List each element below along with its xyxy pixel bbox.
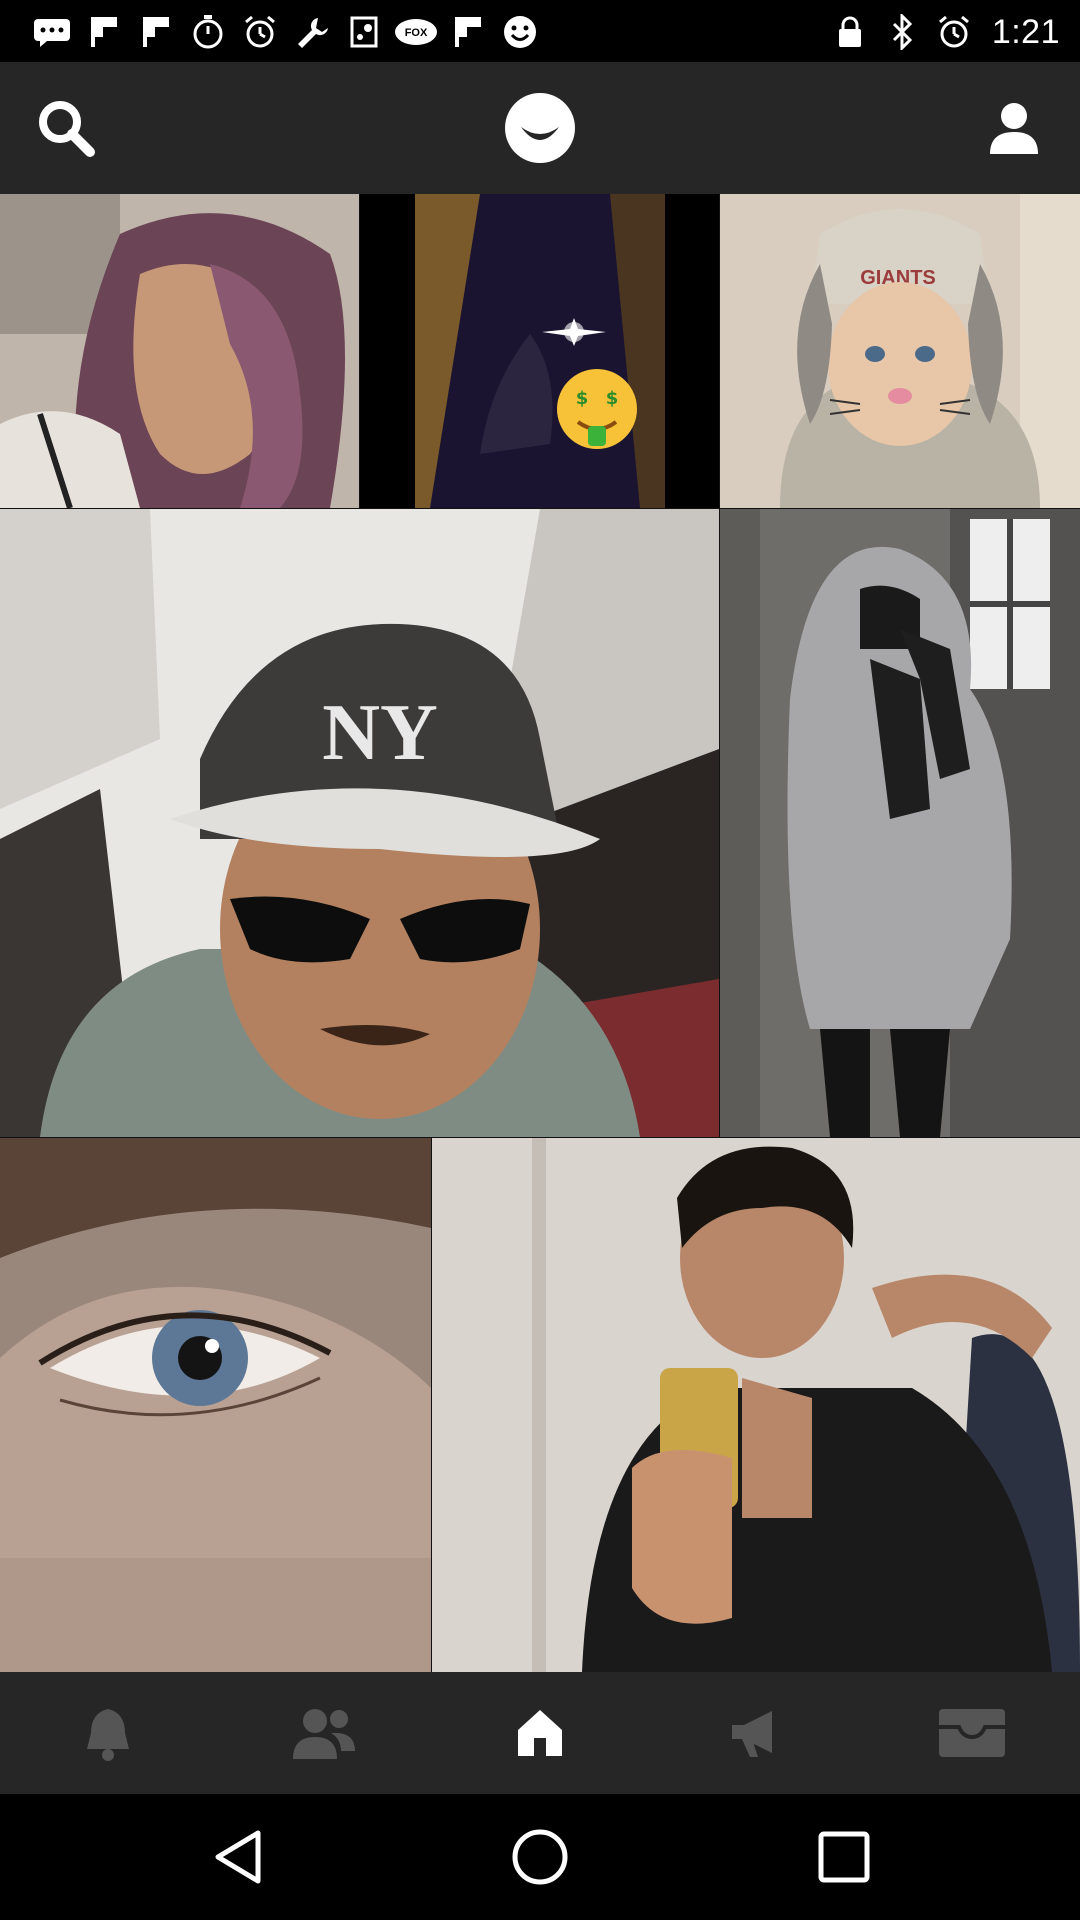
megaphone-icon: [732, 1711, 772, 1757]
flipboard-icon: [442, 10, 494, 54]
photo-tile-1[interactable]: [0, 194, 359, 508]
fox-sports-icon: FOX: [390, 10, 442, 54]
nav-announcements[interactable]: [648, 1672, 864, 1794]
status-bar: FOX 1:21: [0, 0, 1080, 62]
message-icon: [26, 10, 78, 54]
bell-icon: [87, 1709, 129, 1761]
profile-button[interactable]: [948, 62, 1080, 194]
system-back-button[interactable]: [158, 1794, 318, 1920]
photo-tile-5[interactable]: [720, 509, 1080, 1137]
system-nav-bar: [0, 1794, 1080, 1920]
back-icon: [215, 1830, 261, 1884]
recents-icon: [818, 1831, 870, 1883]
home-circle-icon: [512, 1829, 568, 1885]
svg-text:$: $: [576, 388, 589, 409]
status-clock: 1:21: [991, 12, 1060, 51]
alarm-icon: [928, 10, 980, 54]
photo-tile-2[interactable]: $ $: [360, 194, 719, 508]
system-home-button[interactable]: [460, 1794, 620, 1920]
photo-tile-6[interactable]: [0, 1138, 431, 1672]
photo-grid: $ $ GIANTS NY: [0, 194, 1080, 1672]
steam-icon: [338, 10, 390, 54]
search-button[interactable]: [0, 62, 132, 194]
nav-friends[interactable]: [216, 1672, 432, 1794]
bluetooth-icon: [876, 10, 928, 54]
bottom-nav: [0, 1672, 1080, 1794]
flipboard-icon: [78, 10, 130, 54]
logo-button[interactable]: [474, 62, 606, 194]
lock-icon: [824, 10, 876, 54]
nav-inbox[interactable]: [864, 1672, 1080, 1794]
svg-text:$: $: [606, 388, 619, 409]
system-recents-button[interactable]: [764, 1794, 924, 1920]
search-icon: [39, 101, 95, 157]
flipboard-icon: [130, 10, 182, 54]
profile-icon: [990, 103, 1038, 154]
friends-icon: [293, 1709, 355, 1759]
smiley-icon: [494, 10, 546, 54]
photo-tile-4[interactable]: NY: [0, 509, 719, 1137]
inbox-icon: [939, 1709, 1005, 1757]
notification-icons: FOX: [26, 10, 546, 54]
svg-text:FOX: FOX: [405, 27, 428, 39]
svg-text:NY: NY: [322, 689, 438, 777]
home-icon: [518, 1710, 562, 1756]
system-status-icons: 1:21: [824, 10, 1060, 54]
nav-notifications[interactable]: [0, 1672, 216, 1794]
stopwatch-icon: [182, 10, 234, 54]
smile-logo-icon: [505, 93, 575, 163]
photo-tile-3[interactable]: GIANTS: [720, 194, 1080, 508]
photo-tile-7[interactable]: [432, 1138, 1080, 1672]
alarm-icon: [234, 10, 286, 54]
app-header: [0, 62, 1080, 194]
nav-home[interactable]: [432, 1672, 648, 1794]
wrench-icon: [286, 10, 338, 54]
